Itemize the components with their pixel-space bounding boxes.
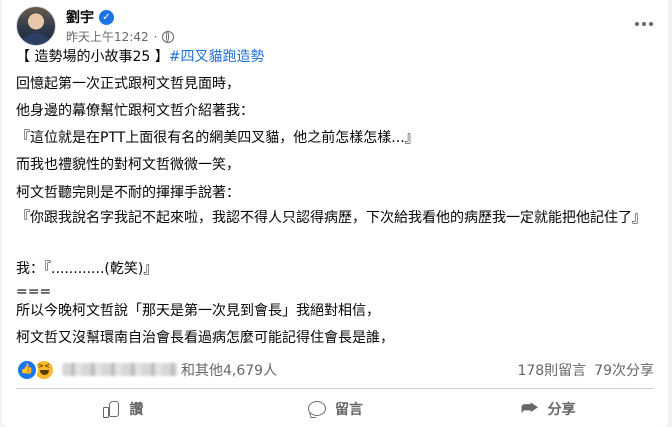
post-line: 所以今晚柯文哲說「那天是第一次見到會長」我絕對相信， — [16, 303, 380, 319]
post-card: 劉宇 ✓ 昨天上午12:42 · 【 造勢場的小故事25 】#四叉貓跑造勢 回憶… — [2, 0, 668, 427]
post-line: 而我也禮貌性的對柯文哲微微一笑， — [16, 157, 240, 173]
like-icon — [101, 399, 121, 419]
post-title: 【 造勢場的小故事25 】 — [16, 49, 169, 65]
post-line: 柯文哲又沒幫環南自治會長看過病怎麼可能記得住會長是誰， — [16, 330, 394, 346]
share-count[interactable]: 79次分享 — [594, 360, 654, 380]
comment-button[interactable]: 留言 — [229, 391, 442, 427]
author-avatar[interactable] — [16, 6, 56, 46]
post-line: 回憶起第一次正式跟柯文哲見面時， — [16, 76, 240, 92]
like-button[interactable]: 讚 — [16, 391, 229, 427]
like-reaction-icon[interactable]: 👍 — [16, 359, 38, 381]
post-line: 『這位就是在PTT上面很有名的網美四叉貓，他之前怎樣怎樣...』 — [16, 130, 419, 146]
post-line: 『你跟我說名字我記不起來啦，我認不得人只認得病歷，下次給我看他的病歷我一定就能把… — [16, 210, 646, 226]
post-timestamp[interactable]: 昨天上午12:42 — [66, 28, 149, 45]
hashtag-link[interactable]: #四叉貓跑造勢 — [169, 49, 265, 65]
globe-icon — [162, 30, 175, 43]
share-label: 分享 — [547, 402, 576, 418]
author-row: 劉宇 ✓ — [66, 7, 114, 27]
author-name[interactable]: 劉宇 — [66, 7, 94, 27]
comment-icon — [307, 399, 327, 419]
separator-line: === — [16, 284, 52, 300]
comment-label: 留言 — [335, 402, 363, 418]
comment-count[interactable]: 178則留言 — [517, 360, 586, 380]
share-button[interactable]: ⮫ 分享 — [441, 391, 654, 427]
dot-separator: · — [153, 29, 158, 44]
reactions-bar: 👍 和其他4,679人 178則留言 79次分享 — [16, 359, 654, 381]
blurred-reactor-names[interactable] — [62, 363, 178, 376]
share-icon: ⮫ — [521, 398, 539, 419]
more-options-icon[interactable] — [632, 12, 656, 36]
action-bar: 讚 留言 ⮫ 分享 — [16, 391, 654, 427]
post-meta: 昨天上午12:42 · — [66, 28, 175, 45]
post-line: 【 造勢場的小故事25 】#四叉貓跑造勢 — [16, 48, 264, 66]
post-line: 我：『............(乾笑)』 — [16, 261, 158, 277]
like-label: 讚 — [129, 402, 144, 418]
engagement-counts: 178則留言 79次分享 — [517, 360, 654, 380]
divider — [16, 388, 654, 389]
post-line: 柯文哲聽完則是不耐的揮揮手說著： — [16, 185, 240, 201]
post-header: 劉宇 ✓ 昨天上午12:42 · — [16, 6, 656, 46]
reaction-count[interactable]: 和其他4,679人 — [181, 360, 277, 380]
verified-badge-icon: ✓ — [99, 9, 114, 25]
post-line: 他身邊的幕僚幫忙跟柯文哲介紹著我： — [16, 103, 254, 119]
